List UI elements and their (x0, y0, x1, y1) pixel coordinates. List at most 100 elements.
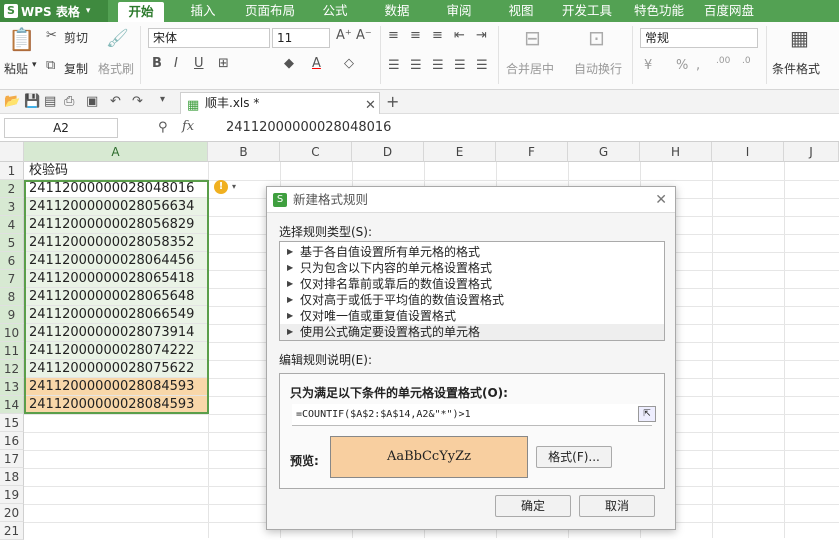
tab-insert[interactable]: 插入 (180, 0, 226, 22)
copy-button[interactable]: 复制 (64, 60, 88, 77)
increase-decimal-icon[interactable]: .00 (716, 56, 730, 66)
thousands-icon[interactable]: , (696, 58, 700, 73)
decrease-decimal-icon[interactable]: .0 (742, 56, 751, 66)
column-header[interactable]: A (24, 142, 208, 162)
row-header[interactable]: 10 (0, 324, 24, 342)
column-header[interactable]: H (640, 142, 712, 162)
row-header[interactable]: 16 (0, 432, 24, 450)
font-name-select[interactable]: 宋体 (148, 28, 270, 48)
table-cell[interactable]: 24112000000028058352 (24, 234, 208, 252)
column-header[interactable]: I (712, 142, 784, 162)
distributed-icon[interactable]: ☰ (476, 58, 488, 73)
align-bottom-icon[interactable]: ≡ (432, 28, 443, 43)
rule-type-item[interactable]: ▶ 仅对排名靠前或靠后的数值设置格式 (280, 276, 664, 292)
merge-center-icon[interactable]: ⊟ (524, 26, 541, 50)
save-icon[interactable]: 💾 (24, 94, 40, 109)
table-cell[interactable]: 24112000000028065418 (24, 270, 208, 288)
row-header[interactable]: 8 (0, 288, 24, 306)
close-icon[interactable]: ✕ (655, 187, 667, 213)
formula-content[interactable]: 24112000000028048016 (226, 120, 391, 135)
rule-type-list[interactable]: ▶ 基于各自值设置所有单元格的格式 ▶ 只为包含以下内容的单元格设置格式 ▶ 仅对排名… (279, 241, 665, 341)
print-icon[interactable]: ⎙ (64, 94, 74, 109)
format-painter-button[interactable]: 格式刷 (98, 60, 134, 77)
format-button[interactable]: 格式(F)... (536, 446, 612, 468)
align-right-icon[interactable]: ☰ (432, 58, 444, 73)
row-header[interactable]: 5 (0, 234, 24, 252)
indent-increase-icon[interactable]: ⇥ (476, 28, 487, 43)
row-header[interactable]: 18 (0, 468, 24, 486)
table-cell[interactable]: 24112000000028056829 (24, 216, 208, 234)
wrap-text-icon[interactable]: ⊡ (588, 26, 605, 50)
row-header[interactable]: 7 (0, 270, 24, 288)
border-icon[interactable]: ⊞ (218, 56, 229, 71)
rule-type-item[interactable]: ▶ 仅对高于或低于平均值的数值设置格式 (280, 292, 664, 308)
row-header[interactable]: 17 (0, 450, 24, 468)
row-header[interactable]: 1 (0, 162, 24, 180)
table-cell[interactable]: 24112000000028066549 (24, 306, 208, 324)
tab-review[interactable]: 审阅 (436, 0, 482, 22)
column-header[interactable]: G (568, 142, 640, 162)
ok-button[interactable]: 确定 (495, 495, 571, 517)
row-header[interactable]: 11 (0, 342, 24, 360)
file-tab[interactable]: ▦ 顺丰.xls * ✕ (180, 92, 380, 114)
fill-color-icon[interactable]: ◆ (284, 56, 294, 71)
brush-icon[interactable]: 🖌 (106, 28, 129, 49)
underline-icon[interactable]: U (194, 56, 204, 71)
cell-a1-header[interactable]: 校验码 (24, 162, 208, 180)
table-cell[interactable]: 24112000000028064456 (24, 252, 208, 270)
row-header[interactable]: 14 (0, 396, 24, 414)
font-size-select[interactable]: 11 (272, 28, 330, 48)
folder-icon[interactable]: 📂 (4, 94, 20, 109)
conditional-format-icon[interactable]: ▦ (790, 26, 809, 50)
pdf-icon[interactable]: ▤ (44, 94, 56, 109)
row-header[interactable]: 15 (0, 414, 24, 432)
table-cell[interactable]: 24112000000028065648 (24, 288, 208, 306)
table-cell-highlighted[interactable]: 24112000000028084593 (24, 378, 208, 396)
merge-center-button[interactable]: 合并居中 (506, 60, 554, 77)
italic-icon[interactable]: I (174, 56, 178, 71)
row-header[interactable]: 21 (0, 522, 24, 540)
chevron-down-icon[interactable]: ▾ (232, 182, 236, 191)
fx-icon[interactable]: fx (182, 119, 194, 134)
align-left-icon[interactable]: ☰ (388, 58, 400, 73)
increase-font-icon[interactable]: A⁺ (336, 28, 352, 43)
row-header[interactable]: 3 (0, 198, 24, 216)
justify-icon[interactable]: ☰ (454, 58, 466, 73)
scissors-icon[interactable]: ✂ (46, 28, 57, 43)
conditional-format-button[interactable]: 条件格式 (772, 60, 820, 77)
zoom-icon[interactable]: ⚲ (158, 120, 168, 135)
paste-button[interactable]: 粘贴 (4, 60, 28, 77)
font-color-icon[interactable]: A (312, 56, 321, 71)
print-preview-icon[interactable]: ▣ (86, 94, 98, 109)
corner-select-all[interactable] (0, 142, 24, 162)
column-header[interactable]: B (208, 142, 280, 162)
cut-button[interactable]: 剪切 (64, 29, 88, 46)
align-middle-icon[interactable]: ≡ (410, 28, 421, 43)
currency-icon[interactable]: ¥ (644, 58, 652, 73)
rule-type-item[interactable]: ▶ 只为包含以下内容的单元格设置格式 (280, 260, 664, 276)
paste-dropdown-icon[interactable]: ▾ (32, 60, 37, 70)
paste-icon[interactable]: 📋 (8, 28, 35, 53)
row-header[interactable]: 13 (0, 378, 24, 396)
row-header[interactable]: 6 (0, 252, 24, 270)
row-header[interactable]: 2 (0, 180, 24, 198)
row-header[interactable]: 9 (0, 306, 24, 324)
rule-type-item-selected[interactable]: ▶ 使用公式确定要设置格式的单元格 (280, 324, 664, 340)
close-icon[interactable]: ✕ (365, 95, 376, 116)
percent-icon[interactable]: % (676, 58, 688, 73)
clear-format-icon[interactable]: ◇ (344, 56, 354, 71)
tab-home[interactable]: 开始 (118, 2, 164, 22)
rule-type-item[interactable]: ▶ 仅对唯一值或重复值设置格式 (280, 308, 664, 324)
column-header[interactable]: E (424, 142, 496, 162)
tab-formulas[interactable]: 公式 (312, 0, 358, 22)
app-menu-button[interactable]: S WPS 表格 ▾ (0, 0, 108, 22)
indent-decrease-icon[interactable]: ⇤ (454, 28, 465, 43)
tab-special[interactable]: 特色功能 (628, 0, 690, 22)
decrease-font-icon[interactable]: A⁻ (356, 28, 372, 43)
warning-icon[interactable]: ! (214, 180, 228, 194)
row-header[interactable]: 20 (0, 504, 24, 522)
table-cell[interactable]: 24112000000028074222 (24, 342, 208, 360)
redo-icon[interactable]: ↷ (132, 94, 143, 109)
cancel-button[interactable]: 取消 (579, 495, 655, 517)
tab-view[interactable]: 视图 (498, 0, 544, 22)
